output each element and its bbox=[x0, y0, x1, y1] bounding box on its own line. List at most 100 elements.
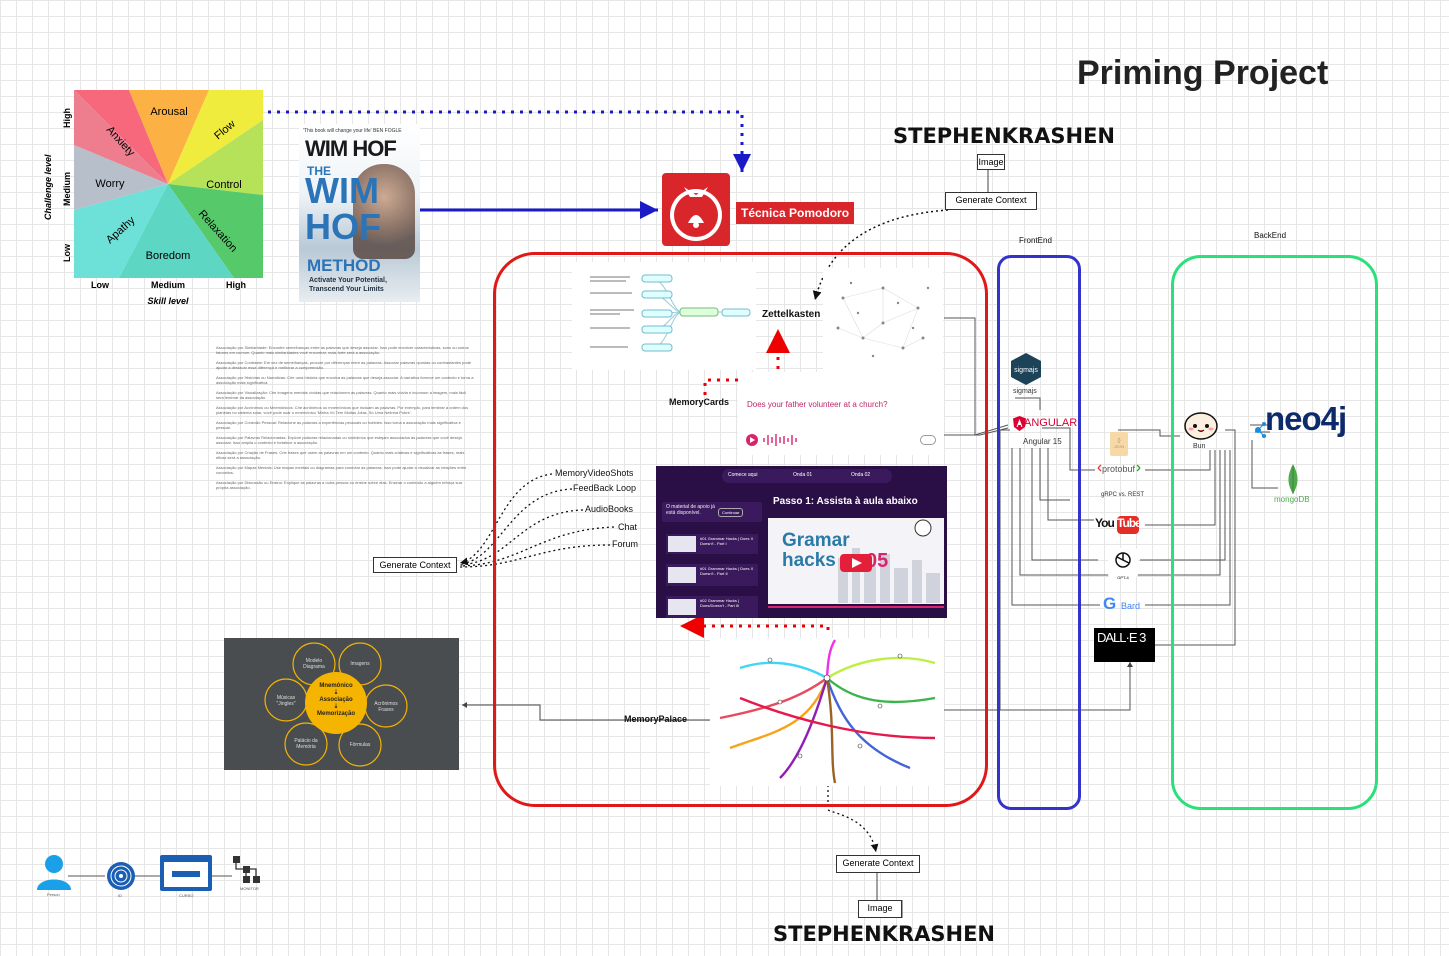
mnemo-petal: Palácio da Memória bbox=[294, 738, 318, 750]
text-paragraph: Associação por Contraste: Em vez de seme… bbox=[216, 360, 472, 370]
angular-text: ANGULAR bbox=[1024, 417, 1078, 429]
neo4j-logo: neo4j bbox=[1253, 400, 1365, 444]
mnemo-petal: Músicas "Jingles" bbox=[276, 695, 296, 707]
mnemonic-diagram: Mnemônico ⇣ Associação ⇣ Memorização Modelo … bbox=[224, 638, 459, 770]
course-heading: Passo 1: Assista à aula abaixo bbox=[773, 496, 918, 507]
svg-text:Skill level: Skill level bbox=[147, 296, 189, 306]
sector-label: Control bbox=[206, 179, 241, 191]
angular-logo: ANGULAR bbox=[1013, 416, 1078, 432]
book-author: WIM HOF bbox=[305, 136, 397, 161]
protobuf-text: protobuf bbox=[1102, 464, 1136, 474]
angular-version: Angular 15 bbox=[1023, 437, 1062, 446]
svg-text:Medium: Medium bbox=[62, 172, 72, 206]
text-paragraph: Associação por Conexão Pessoal: Relacion… bbox=[216, 420, 461, 430]
flow-chart: Arousal Flow Anxiety Worry Control Apath… bbox=[40, 88, 270, 308]
course-video-player[interactable]: Gramar hacks 05 bbox=[768, 518, 944, 616]
lesson-item[interactable]: #01 Grammar Hacks | Does X Doesn't - Par… bbox=[666, 564, 758, 586]
video-text-1: Gramar bbox=[782, 530, 850, 551]
book-line1: WIM bbox=[305, 170, 379, 211]
pomodoro-icon bbox=[662, 173, 730, 246]
mnemo-petal: Modelo Diagrama bbox=[303, 658, 325, 670]
list-audiobooks: AudioBooks bbox=[585, 504, 634, 514]
course-tab[interactable]: Comece aqui bbox=[728, 472, 757, 478]
frontend-frame bbox=[997, 255, 1081, 810]
generate-context-left[interactable]: Generate Context bbox=[373, 557, 457, 573]
video-text-2: hacks bbox=[782, 550, 836, 571]
hierarchy-icon bbox=[231, 854, 261, 884]
lesson-item[interactable]: #02 Grammar Hacks | Does/Doesn't - Part … bbox=[666, 596, 758, 618]
course-tab[interactable]: Onda 02 bbox=[851, 472, 870, 478]
fingerprint-icon bbox=[106, 861, 136, 891]
openai-gpt-icon: GPT-4 bbox=[1108, 548, 1138, 580]
bun-label: Bun bbox=[1193, 443, 1206, 450]
sector-label: Boredom bbox=[146, 250, 191, 262]
svg-text:sigmajs: sigmajs bbox=[1014, 367, 1038, 374]
play-button[interactable] bbox=[840, 554, 872, 572]
mnemo-petal: Fórmulas bbox=[349, 742, 371, 748]
sigmajs-icon: sigmajs bbox=[1010, 352, 1042, 386]
memorycards-label: MemoryCards bbox=[669, 397, 730, 407]
svg-text:High: High bbox=[62, 108, 72, 128]
book-sub1: Activate Your Potential, bbox=[309, 277, 387, 284]
course-continue-button[interactable]: Continuar bbox=[718, 508, 744, 517]
dalle-logo: DALL·E 3 bbox=[1094, 628, 1155, 662]
generate-context-top[interactable]: Generate Context bbox=[945, 192, 1037, 210]
book-line2: HOF bbox=[305, 206, 381, 247]
backend-frame bbox=[1171, 255, 1378, 810]
list-forum: Forum bbox=[612, 539, 639, 549]
text-paragraph: Associação por Acrônimos ou Mnemônicos: … bbox=[216, 405, 469, 415]
list-chat: Chat bbox=[618, 522, 638, 532]
hierarchy-icon-label: MONITOR bbox=[240, 886, 259, 891]
text-paragraph: Associação por Mapas Mentais: Use mapas … bbox=[216, 465, 467, 475]
image-box-bottom[interactable]: Image bbox=[858, 900, 902, 918]
mongodb-logo: mongoDB bbox=[1270, 464, 1320, 508]
lesson-item[interactable]: #01 Grammar Hacks | Does X Doesn't - Par… bbox=[666, 534, 758, 554]
generate-context-bottom[interactable]: Generate Context bbox=[836, 855, 920, 873]
mnemo-center: Mnemônico ⇣ Associação ⇣ Memorização bbox=[316, 683, 355, 717]
list-feedback-loop: FeedBack Loop bbox=[573, 483, 637, 493]
list-memoryvideoshots: MemoryVideoShots bbox=[555, 468, 634, 478]
wim-hof-book: 'This book will change your life' BEN FO… bbox=[299, 124, 420, 302]
zettelkasten-label: Zettelkasten bbox=[762, 309, 821, 320]
book-line3: METHOD bbox=[307, 256, 381, 275]
frontend-label: FrontEnd bbox=[1019, 236, 1052, 245]
course-notice-text: O material de apoio já está disponível. bbox=[666, 504, 715, 516]
krashen-logo-top: STEPHENKRASHEN bbox=[893, 124, 1115, 148]
text-paragraph: Associação por Criação de Frases: Crie f… bbox=[216, 450, 465, 460]
person-icon bbox=[35, 854, 73, 890]
svg-text:High: High bbox=[226, 280, 246, 290]
mnemo-petal: Imagens bbox=[350, 661, 370, 667]
svg-text:Medium: Medium bbox=[151, 280, 185, 290]
svg-text:Challenge level: Challenge level bbox=[43, 154, 53, 220]
text-paragraph: Associação por Histórias ou Narrativas: … bbox=[216, 375, 474, 385]
page-title: Priming Project bbox=[1077, 54, 1329, 92]
image-box-top[interactable]: Image bbox=[977, 154, 1005, 170]
svg-text:Low: Low bbox=[91, 280, 110, 290]
backend-label: BackEnd bbox=[1254, 231, 1287, 240]
grpc-label: gRPC vs. REST bbox=[1101, 492, 1145, 498]
youtube-logo: You Tube bbox=[1095, 516, 1143, 534]
person-icon-label: Person bbox=[47, 892, 60, 897]
text-paragraph: Associação por Similaridade: Encontre se… bbox=[216, 345, 469, 355]
course-window-icon bbox=[160, 855, 212, 891]
metro-map-tile bbox=[710, 638, 944, 786]
sigmajs-label: sigmajs bbox=[1013, 388, 1037, 395]
svg-text:Low: Low bbox=[62, 243, 72, 262]
sector-label: Worry bbox=[95, 178, 125, 190]
course-tab[interactable]: Onda 01 bbox=[793, 472, 812, 478]
fingerprint-icon-label: ID bbox=[118, 893, 122, 898]
card-next-button[interactable] bbox=[920, 435, 936, 445]
text-paragraph: Associação por Palavras Relacionadas: Ex… bbox=[216, 435, 462, 445]
protobuf-icon: protobuf bbox=[1096, 464, 1144, 482]
mnemo-petal: Acrônimos Frases bbox=[374, 701, 398, 713]
krashen-logo-bottom: STEPHENKRASHEN bbox=[773, 922, 995, 946]
text-paragraph: Associação por Discussão ou Ensino: Expl… bbox=[216, 480, 462, 490]
memorypalace-label: MemoryPalace bbox=[624, 714, 688, 724]
book-quote: 'This book will change your life' BEN FO… bbox=[303, 128, 402, 134]
text-paragraph: Associação por Visualização: Crie imagen… bbox=[216, 390, 467, 400]
json-icon: {} JSON bbox=[1110, 432, 1128, 456]
association-text-block: Associação por Similaridade: Encontre se… bbox=[216, 345, 474, 490]
bun-icon bbox=[1182, 408, 1220, 440]
pomodoro-label: Técnica Pomodoro bbox=[736, 202, 855, 224]
network-graph-tile bbox=[823, 268, 943, 372]
